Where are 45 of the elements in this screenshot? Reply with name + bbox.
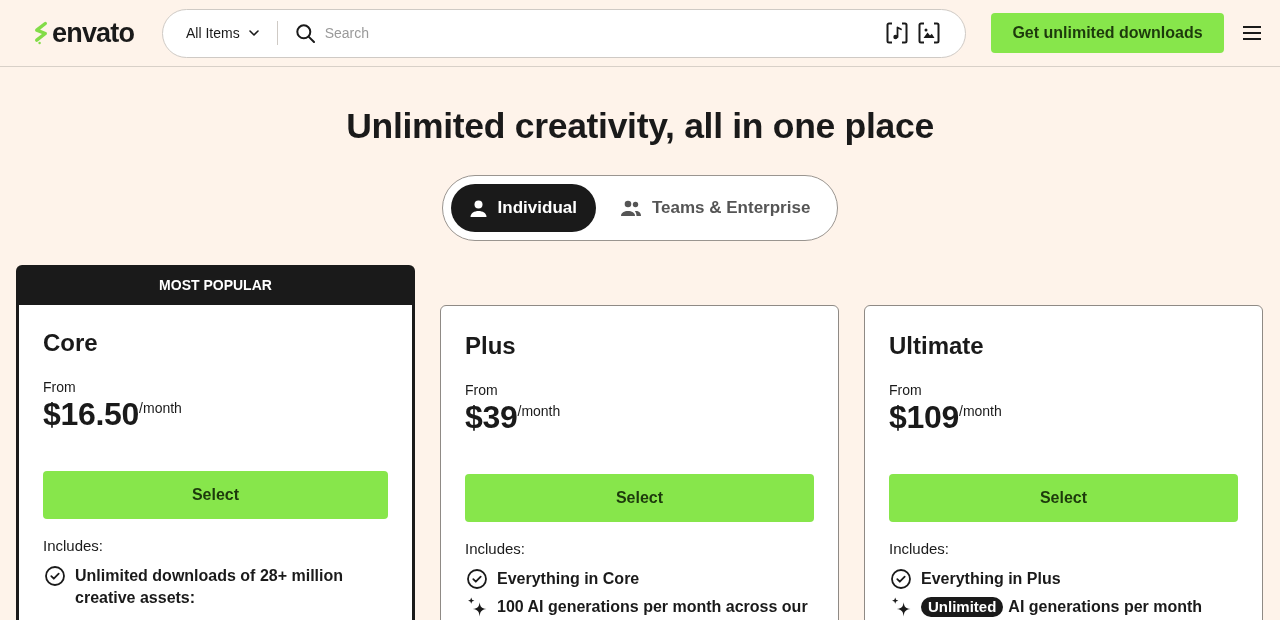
price-period: /month	[959, 402, 1002, 419]
search-icon	[295, 23, 315, 43]
select-button[interactable]: Select	[43, 471, 388, 519]
plan-name: Plus	[465, 331, 517, 361]
most-popular-badge: MOST POPULAR	[16, 265, 415, 305]
price-prefix: From	[465, 381, 499, 400]
menu-icon[interactable]	[1243, 26, 1261, 40]
includes-label: Includes:	[889, 539, 951, 559]
select-button[interactable]: Select	[889, 474, 1238, 522]
feature-text: Everything in Core	[497, 569, 640, 589]
check-circle-icon	[891, 569, 911, 589]
search-bar[interactable]: All Items Search	[162, 8, 966, 58]
selected-tab[interactable]: Individual	[450, 184, 596, 232]
two-people-icon	[620, 200, 641, 216]
check-circle-icon	[45, 566, 65, 586]
music-search-icon[interactable]	[886, 22, 908, 44]
feature-text: AI generations per month	[1008, 597, 1203, 617]
select-button[interactable]: Select	[465, 474, 814, 522]
person-icon	[469, 199, 487, 217]
price-period: /month	[517, 402, 561, 419]
feature-text: Unlimited downloads of 28+ million creative assets:	[75, 566, 345, 608]
sparkle-icon	[467, 597, 487, 617]
chevron-down-icon	[248, 30, 259, 36]
price-prefix: From	[43, 378, 77, 397]
plan-name: Ultimate	[889, 331, 985, 361]
image-search-icon[interactable]	[918, 22, 940, 44]
includes-label: Includes:	[43, 536, 105, 556]
price-prefix: From	[889, 381, 923, 400]
sparkle-icon	[891, 597, 911, 617]
price-period: /month	[139, 399, 182, 416]
page-title: Unlimited creativity, all in one place	[346, 105, 934, 148]
plan-price: $109	[889, 400, 959, 434]
feature-text: 100 AI generations per month across our	[497, 597, 808, 617]
tab[interactable]: Teams & Enterprise	[601, 184, 830, 232]
get-unlimited-downloads-button[interactable]: Get unlimited downloads	[991, 13, 1224, 53]
search-field[interactable]: Search	[324, 18, 886, 48]
includes-label: Includes:	[465, 539, 527, 559]
plan-price: $16.50	[43, 397, 140, 431]
category-dropdown[interactable]: All Items	[186, 23, 259, 43]
plan-name: Core	[43, 328, 99, 358]
logo-wordmark[interactable]: envato	[52, 18, 135, 48]
check-circle-icon	[467, 569, 487, 589]
plan-price: $39	[465, 400, 518, 434]
unlimited-tag: Unlimited	[921, 597, 1004, 617]
feature-text: Everything in Plus	[921, 569, 1061, 589]
